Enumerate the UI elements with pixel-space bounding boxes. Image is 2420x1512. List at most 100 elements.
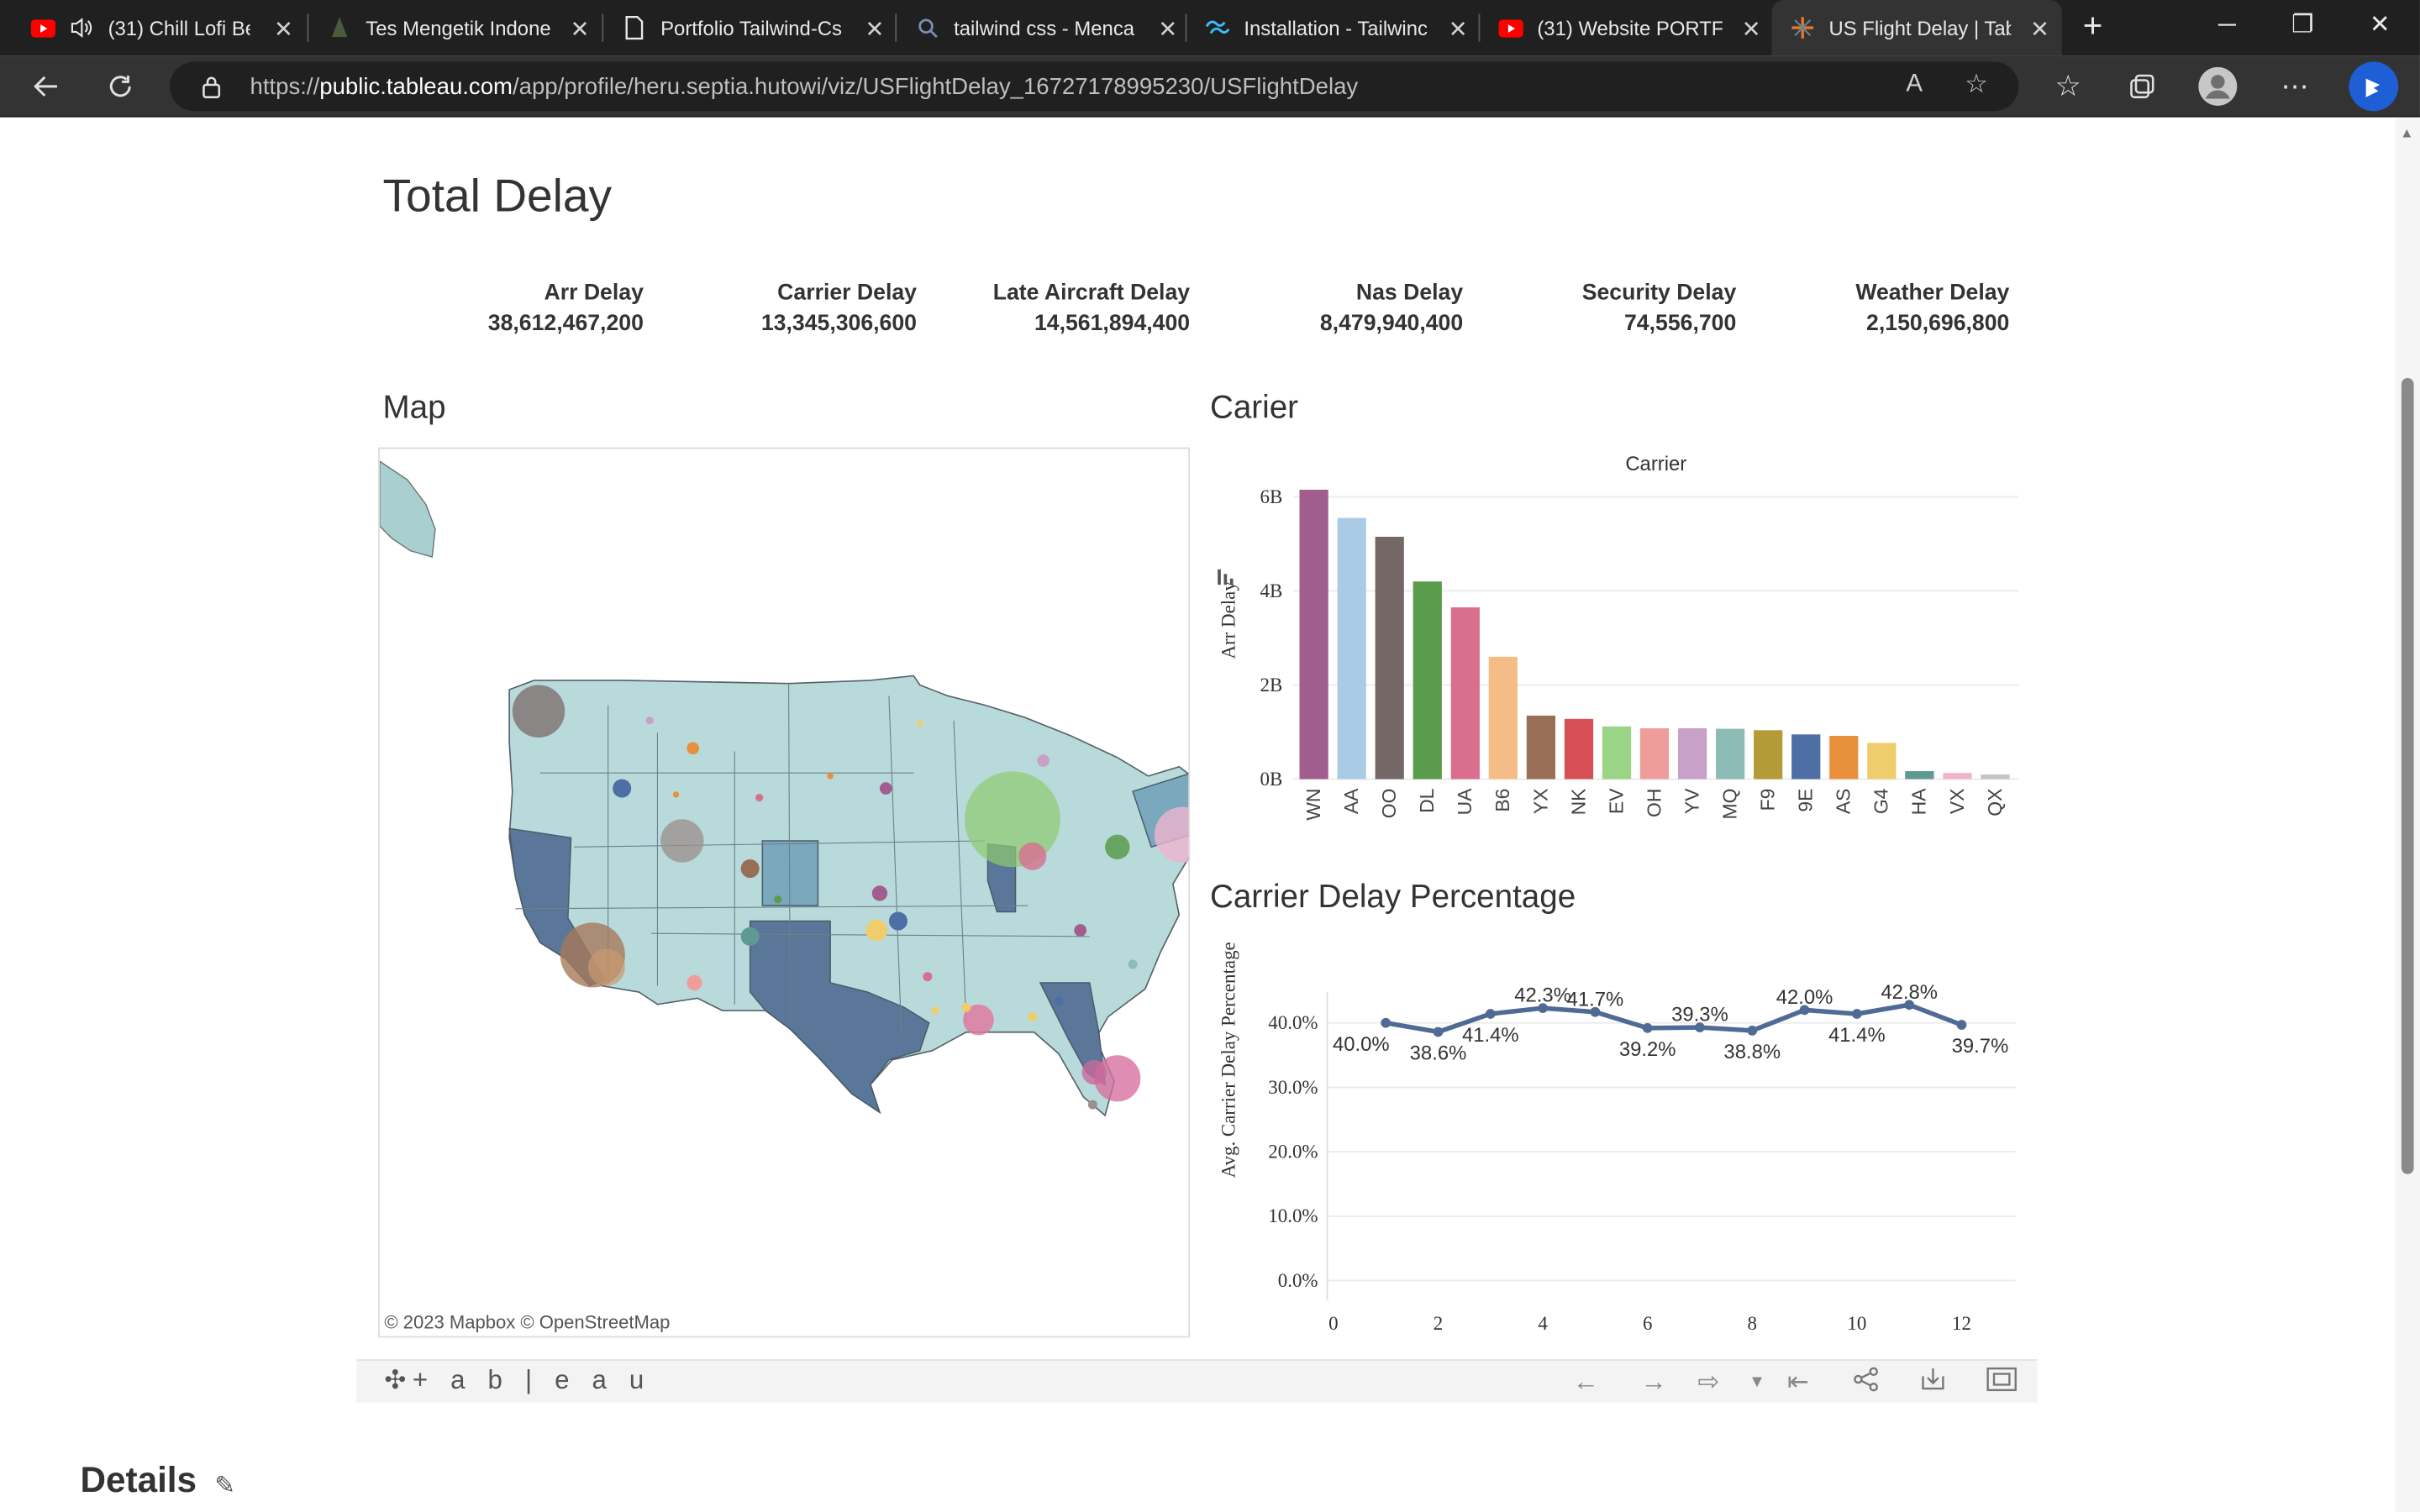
scroll-up-arrow[interactable]: ▲ (2400, 125, 2413, 140)
bar-AA[interactable] (1337, 517, 1366, 780)
scroll-thumb[interactable] (2401, 377, 2414, 1174)
line-point[interactable] (1485, 1009, 1496, 1019)
back-button[interactable] (24, 65, 67, 108)
kpi-value: 13,345,306,600 (760, 311, 917, 336)
close-icon[interactable]: ✕ (1158, 15, 1177, 43)
y-axis-label: Arr Delay (1218, 581, 1239, 659)
profile-avatar[interactable] (2196, 65, 2239, 108)
x-tick-label: EV (1605, 788, 1627, 814)
close-icon[interactable]: ✕ (571, 15, 590, 43)
tab-tailwind-install[interactable]: Installation - Tailwinc ✕ (1186, 0, 1480, 55)
lock-icon[interactable] (201, 74, 223, 107)
bar-OH[interactable] (1639, 728, 1670, 780)
us-delay-map[interactable]: © 2023 Mapbox © OpenStreetMap (377, 447, 1191, 1338)
line-point[interactable] (1747, 1026, 1758, 1036)
close-icon[interactable]: ✕ (274, 15, 293, 43)
fullscreen-icon[interactable] (1986, 1367, 2018, 1399)
bar-G4[interactable] (1867, 743, 1897, 780)
restore-button[interactable]: ❐ (2267, 0, 2338, 55)
edit-pencil-icon[interactable]: ✎ (214, 1470, 235, 1501)
kpi-arr-delay: Arr Delay 38,612,467,200 (397, 279, 644, 339)
address-bar[interactable]: https://public.tableau.com/app/profile/h… (170, 61, 2019, 112)
bar-OO[interactable] (1375, 537, 1404, 780)
new-tab-button[interactable]: + (2073, 6, 2113, 46)
share-icon[interactable] (1854, 1367, 1878, 1399)
bar-NK[interactable] (1564, 718, 1594, 780)
document-icon (622, 15, 646, 40)
tab-portfolio[interactable]: Portfolio Tailwind-Cs ✕ (603, 0, 897, 55)
redo-icon[interactable]: → (1640, 1367, 1666, 1398)
x-tick-label: QX (1984, 789, 2006, 816)
tab-tes-mengetik[interactable]: Tes Mengetik Indone ✕ (308, 0, 602, 55)
sort-icon[interactable] (1218, 569, 1234, 585)
bar-B6[interactable] (1488, 656, 1518, 780)
map-canvas[interactable] (379, 449, 1190, 1337)
bar-QX[interactable] (1981, 774, 2010, 780)
replay-icon[interactable]: ⇨ (1697, 1367, 1719, 1398)
line-point[interactable] (1642, 1022, 1653, 1033)
close-icon[interactable]: ✕ (865, 15, 884, 43)
replay-dropdown-icon[interactable]: ▼ (1749, 1373, 1765, 1392)
favorites-icon[interactable]: ☆ (2046, 65, 2089, 108)
bar-YV[interactable] (1677, 728, 1707, 780)
close-icon[interactable]: ✕ (1449, 15, 1468, 43)
tab-us-flight-delay[interactable]: US Flight Delay | Tab ✕ (1771, 0, 2062, 56)
bar-HA[interactable] (1905, 771, 1934, 780)
collections-icon[interactable] (2121, 65, 2164, 108)
tableau-mark-icon: ✣ (384, 1365, 407, 1395)
bar-AS[interactable] (1829, 735, 1859, 780)
y-tick-label: 30.0% (1268, 1077, 1318, 1098)
kpi-label: Nas Delay (1355, 281, 1464, 306)
data-label: 38.6% (1410, 1042, 1467, 1065)
add-favorite-icon[interactable]: ☆ (1965, 70, 1988, 101)
page-scrollbar[interactable]: ▲ (2395, 118, 2420, 1512)
bar-UA[interactable] (1450, 607, 1480, 780)
read-aloud-icon[interactable]: A (1906, 71, 1923, 98)
bar-DL[interactable] (1413, 581, 1442, 780)
reload-button[interactable] (99, 65, 142, 108)
bar-9E[interactable] (1791, 734, 1821, 780)
carrier-bar-chart[interactable]: 0B 2B 4B 6B WN AA OO DL UA B6 YX NK EV OH YV MQ F9 9E AS G… (1210, 446, 2028, 832)
bar-WN[interactable] (1299, 490, 1328, 780)
close-icon[interactable]: ✕ (2030, 15, 2049, 43)
more-options-icon[interactable]: ⋯ (2273, 65, 2316, 108)
minimize-button[interactable]: ─ (2191, 0, 2262, 55)
line-point[interactable] (1381, 1017, 1392, 1028)
line-point[interactable] (1851, 1009, 1862, 1019)
data-label: 41.4% (1828, 1024, 1886, 1047)
tab-website-portfolio[interactable]: (31) Website PORTFO ✕ (1480, 0, 1773, 55)
carrier-delay-line-chart[interactable]: 0.0% 10.0% 20.0% 30.0% 40.0% 0 2 4 6 8 10 12 40.0% 3… (1210, 921, 2044, 1353)
tab-tailwind-search[interactable]: tailwind css - Menca ✕ (897, 0, 1190, 55)
line-section-title: Carrier Delay Percentage (1209, 879, 1576, 916)
tab-title: Installation - Tailwinc (1244, 16, 1428, 39)
bar-EV[interactable] (1602, 726, 1632, 780)
y-tick-label: 6B (1260, 486, 1283, 507)
details-heading: Details (80, 1459, 197, 1500)
bar-F9[interactable] (1754, 730, 1783, 780)
url-host: public.tableau.com (319, 74, 513, 101)
y-tick-label: 20.0% (1268, 1141, 1318, 1162)
bar-VX[interactable] (1943, 773, 1972, 780)
data-label: 40.0% (1333, 1033, 1390, 1056)
kpi-value: 38,612,467,200 (487, 311, 644, 336)
close-icon[interactable]: ✕ (1742, 15, 1761, 43)
revert-icon[interactable]: ⇤ (1787, 1367, 1809, 1398)
line-point[interactable] (1433, 1026, 1444, 1037)
map-credit: © 2023 Mapbox © OpenStreetMap (384, 1311, 671, 1333)
close-window-button[interactable]: ✕ (2344, 0, 2415, 55)
kpi-label: Late Aircraft Delay (992, 281, 1191, 306)
speaker-icon[interactable] (70, 15, 94, 39)
bing-chat-icon[interactable] (2346, 59, 2402, 114)
bar-MQ[interactable] (1716, 728, 1745, 780)
line-point[interactable] (1956, 1020, 1967, 1030)
tableau-logo: ✣ + a b | e a u (384, 1365, 651, 1396)
undo-icon[interactable]: ← (1573, 1367, 1599, 1398)
url-path: /app/profile/heru.septia.hutowi/viz/USFl… (512, 74, 1359, 101)
y-tick-label: 0.0% (1278, 1270, 1318, 1291)
tab-chill-lofi[interactable]: (31) Chill Lofi Be ✕ (13, 0, 306, 55)
data-label: 39.3% (1671, 1004, 1728, 1026)
x-tick-label: AS (1833, 789, 1854, 815)
bar-YX[interactable] (1526, 715, 1556, 780)
download-icon[interactable] (1920, 1367, 1946, 1399)
browser-tab-strip: (31) Chill Lofi Be ✕ Tes Mengetik Indone… (0, 0, 2420, 56)
